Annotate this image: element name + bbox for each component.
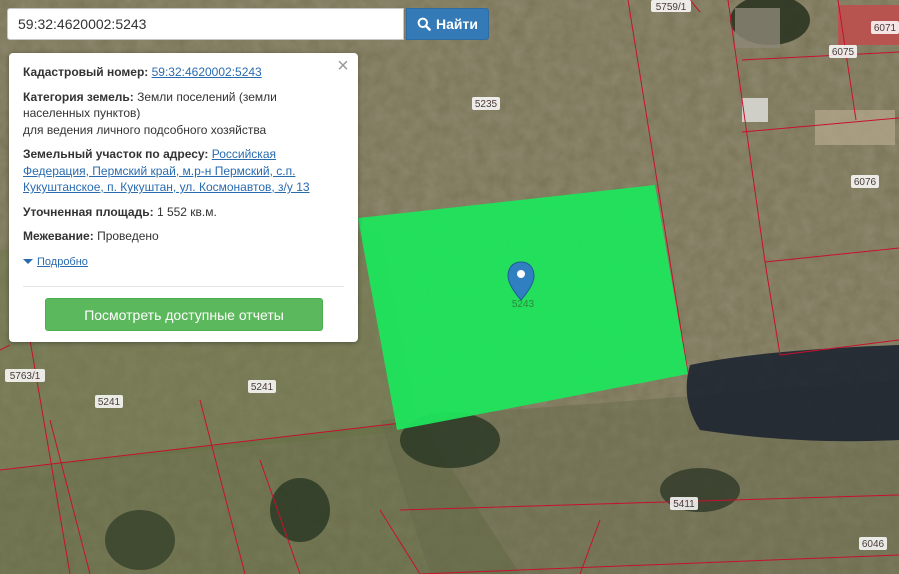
shed: [742, 98, 768, 122]
parcel-label-5241: 5241: [248, 380, 276, 393]
close-icon[interactable]: ×: [334, 56, 352, 76]
address-link-3[interactable]: Кукуштанское, п. Кукуштан, ул. Космонавт…: [23, 180, 310, 194]
parcel-label-6075: 6075: [829, 45, 857, 58]
cadastral-number-link[interactable]: 59:32:4620002:5243: [152, 65, 262, 79]
parcel-label-6076: 6076: [851, 175, 879, 188]
parcel-label-5411: 5411: [670, 497, 698, 510]
parcel-label-5759-1: 5759/1: [651, 0, 691, 13]
parcel-label-6071: 6071: [871, 21, 899, 34]
selected-parcel-label: 5243: [512, 299, 535, 310]
land-category-key: Категория земель:: [23, 89, 134, 104]
survey-key: Межевание:: [23, 229, 94, 243]
land-category-row: Категория земель: Земли поселений (земли…: [23, 89, 344, 139]
svg-text:5235: 5235: [475, 99, 498, 110]
search-button[interactable]: Найти: [406, 8, 489, 40]
survey-value: Проведено: [97, 229, 159, 243]
cadastral-map-app: 5235 5759/1 6075 6071 6076 5763/1 5241 5…: [0, 0, 899, 574]
more-details-toggle[interactable]: Подробно: [23, 254, 344, 271]
svg-text:6046: 6046: [862, 539, 885, 550]
more-details-link[interactable]: Подробно: [37, 254, 88, 271]
parcel-label-5763-1: 5763/1: [5, 369, 45, 382]
address-row: Земельный участок по адресу: Российская …: [23, 146, 344, 196]
land-category-value-2: населенных пунктов): [23, 106, 141, 120]
svg-text:5411: 5411: [673, 499, 695, 510]
tree-cluster: [270, 478, 330, 542]
popup-divider: [23, 286, 344, 287]
view-reports-button[interactable]: Посмотреть доступные отчеты: [45, 298, 323, 331]
search-icon: [417, 17, 431, 31]
search-button-label: Найти: [436, 16, 478, 32]
svg-text:5759/1: 5759/1: [656, 2, 687, 13]
cadastral-number-row: Кадастровый номер: 59:32:4620002:5243: [23, 64, 344, 81]
survey-row: Межевание: Проведено: [23, 228, 344, 245]
land-category-value-3: для ведения личного подсобного хозяйства: [23, 122, 267, 137]
svg-text:6075: 6075: [832, 47, 855, 58]
search-input[interactable]: [7, 8, 404, 40]
area-row: Уточненная площадь: 1 552 кв.м.: [23, 204, 344, 221]
parcel-label-5241-b: 5241: [95, 395, 123, 408]
address-link-1[interactable]: Российская: [212, 147, 276, 161]
search-bar: Найти: [7, 8, 489, 40]
caret-down-icon: [23, 259, 33, 265]
svg-text:6071: 6071: [874, 23, 897, 34]
svg-text:6076: 6076: [854, 177, 877, 188]
land-category-value-1: Земли поселений (земли: [137, 89, 277, 104]
tree-cluster: [105, 510, 175, 570]
parcel-label-5235: 5235: [472, 97, 500, 110]
parcel-info-popup: × Кадастровый номер: 59:32:4620002:5243 …: [9, 53, 358, 342]
cadastral-number-key: Кадастровый номер:: [23, 65, 149, 79]
svg-text:5763/1: 5763/1: [10, 371, 41, 382]
building: [735, 8, 780, 48]
svg-text:5241: 5241: [98, 397, 121, 408]
svg-text:5241: 5241: [251, 382, 274, 393]
area-value: 1 552 кв.м.: [156, 204, 217, 219]
address-key: Земельный участок по адресу:: [23, 147, 209, 161]
area-key: Уточненная площадь:: [23, 204, 154, 219]
parcel-label-6046: 6046: [859, 537, 887, 550]
address-link-2[interactable]: Федерация, Пермский край, м.р-н Пермский…: [23, 164, 295, 178]
